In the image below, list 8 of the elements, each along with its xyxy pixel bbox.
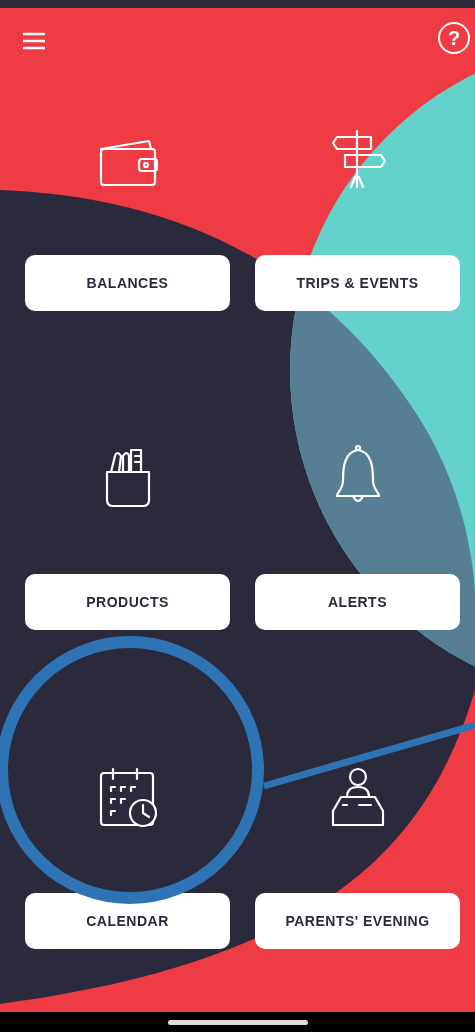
help-button[interactable]: ? bbox=[438, 22, 470, 54]
menu-tile-button[interactable]: ALERTS bbox=[255, 574, 460, 630]
menu-tile-button[interactable]: CALENDAR bbox=[25, 893, 230, 949]
menu-icon[interactable] bbox=[22, 32, 46, 50]
menu-tile-button[interactable]: TRIPS & EVENTS bbox=[255, 255, 460, 311]
menu-tile-button[interactable]: BALANCES bbox=[25, 255, 230, 311]
menu-tile-button[interactable]: PRODUCTS bbox=[25, 574, 230, 630]
menu-tile-button[interactable]: PARENTS' EVENING bbox=[255, 893, 460, 949]
